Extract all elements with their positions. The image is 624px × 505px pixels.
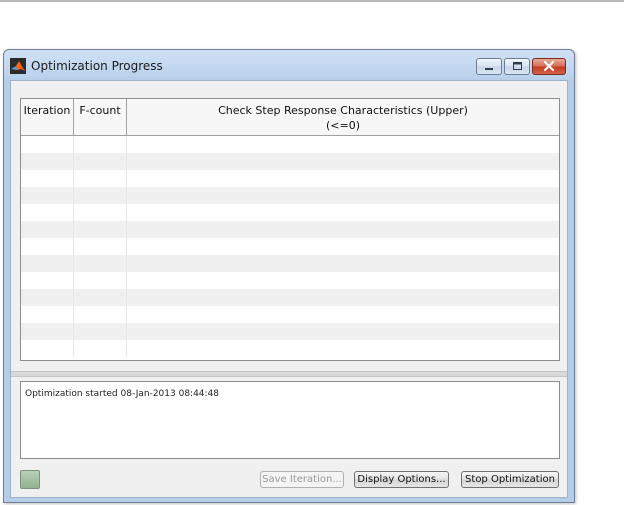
table-cell	[127, 255, 559, 272]
table-cell	[21, 136, 74, 153]
column-label: Iteration	[23, 104, 71, 117]
table-row[interactable]	[21, 306, 559, 323]
top-divider	[0, 0, 624, 2]
display-options-button[interactable]: Display Options...	[354, 471, 449, 488]
table-cell	[74, 153, 127, 170]
panel-splitter[interactable]	[11, 371, 567, 377]
table-cell	[21, 340, 74, 357]
table-cell	[21, 238, 74, 255]
table-row[interactable]	[21, 289, 559, 306]
table-row[interactable]	[21, 153, 559, 170]
window-client-area: Iteration F-count Check Step Response Ch…	[10, 80, 568, 498]
table-row[interactable]	[21, 187, 559, 204]
table-cell	[127, 306, 559, 323]
table-cell	[74, 187, 127, 204]
window-title: Optimization Progress	[31, 59, 163, 73]
table-row[interactable]	[21, 170, 559, 187]
table-header: Iteration F-count Check Step Response Ch…	[21, 99, 559, 136]
table-cell	[127, 187, 559, 204]
table-cell	[127, 136, 559, 153]
column-label: F-count	[79, 104, 121, 117]
table-row[interactable]	[21, 340, 559, 357]
save-iteration-button[interactable]: Save Iteration...	[260, 471, 344, 488]
table-cell	[127, 153, 559, 170]
table-row[interactable]	[21, 221, 559, 238]
table-cell	[74, 238, 127, 255]
title-bar[interactable]: Optimization Progress	[4, 50, 574, 80]
table-row[interactable]	[21, 238, 559, 255]
table-cell	[127, 238, 559, 255]
table-body	[21, 136, 559, 357]
column-label: Check Step Response Characteristics (Upp…	[218, 104, 468, 117]
table-cell	[21, 170, 74, 187]
close-button[interactable]	[532, 58, 566, 75]
table-row[interactable]	[21, 136, 559, 153]
table-cell	[127, 323, 559, 340]
table-cell	[127, 289, 559, 306]
column-header-f-count[interactable]: F-count	[74, 99, 127, 135]
minimize-button[interactable]	[476, 58, 502, 75]
table-cell	[21, 221, 74, 238]
table-cell	[21, 272, 74, 289]
table-cell	[21, 289, 74, 306]
iteration-table[interactable]: Iteration F-count Check Step Response Ch…	[20, 98, 560, 361]
table-cell	[74, 221, 127, 238]
optimization-progress-window: Optimization Progress Iteration F-count …	[3, 49, 575, 503]
table-row[interactable]	[21, 272, 559, 289]
minimize-icon	[485, 68, 493, 70]
log-text: Optimization started 08-Jan-2013 08:44:4…	[25, 389, 220, 399]
table-cell	[74, 323, 127, 340]
table-cell	[127, 170, 559, 187]
table-cell	[74, 204, 127, 221]
table-cell	[74, 289, 127, 306]
table-cell	[21, 187, 74, 204]
table-cell	[74, 306, 127, 323]
table-cell	[74, 136, 127, 153]
column-label-constraint: (<=0)	[325, 119, 360, 132]
column-header-step-response[interactable]: Check Step Response Characteristics (Upp…	[127, 99, 559, 135]
table-cell	[74, 255, 127, 272]
maximize-button[interactable]	[504, 58, 530, 75]
table-cell	[127, 272, 559, 289]
table-row[interactable]	[21, 204, 559, 221]
maximize-icon	[513, 62, 522, 70]
log-panel[interactable]: Optimization started 08-Jan-2013 08:44:4…	[20, 381, 560, 459]
column-header-iteration[interactable]: Iteration	[21, 99, 74, 135]
table-cell	[21, 204, 74, 221]
table-cell	[127, 340, 559, 357]
table-cell	[74, 340, 127, 357]
table-cell	[21, 153, 74, 170]
table-cell	[127, 221, 559, 238]
table-cell	[21, 255, 74, 272]
table-cell	[74, 272, 127, 289]
table-row[interactable]	[21, 323, 559, 340]
table-cell	[21, 323, 74, 340]
stop-optimization-button[interactable]: Stop Optimization	[461, 471, 559, 488]
status-indicator	[20, 470, 40, 489]
table-cell	[21, 306, 74, 323]
table-cell	[127, 204, 559, 221]
close-icon	[543, 60, 555, 72]
matlab-icon	[10, 58, 26, 74]
table-row[interactable]	[21, 255, 559, 272]
table-cell	[74, 170, 127, 187]
